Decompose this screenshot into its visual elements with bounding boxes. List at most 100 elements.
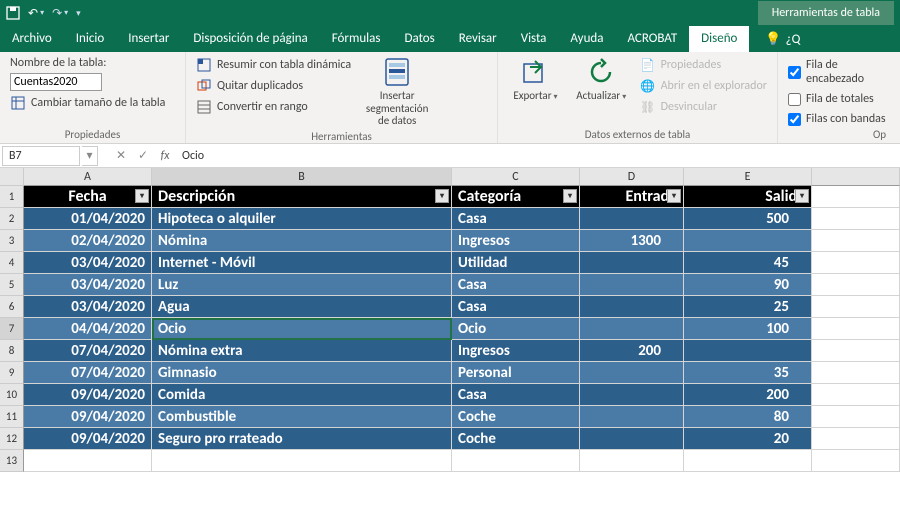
row-header[interactable]: 3 bbox=[0, 230, 24, 252]
cell-fecha[interactable]: 09/04/2020 bbox=[24, 384, 152, 406]
col-C[interactable]: C bbox=[452, 168, 580, 186]
redo-icon[interactable]: ↷▾ bbox=[52, 6, 68, 21]
tab-help[interactable]: Ayuda bbox=[558, 26, 615, 52]
tab-page-layout[interactable]: Disposición de página bbox=[181, 26, 319, 52]
cell-categoria[interactable]: Casa bbox=[452, 208, 580, 230]
undo-icon[interactable]: ↶▾ bbox=[28, 6, 44, 21]
cell-salida[interactable]: 90 bbox=[684, 274, 812, 296]
cell-descripcion[interactable]: Comida bbox=[152, 384, 452, 406]
tab-acrobat[interactable]: ACROBAT bbox=[615, 26, 689, 52]
header-categoria[interactable]: Categoría▾ bbox=[452, 186, 580, 208]
tab-data[interactable]: Datos bbox=[392, 26, 446, 52]
tab-home[interactable]: Inicio bbox=[64, 26, 116, 52]
row-header[interactable]: 12 bbox=[0, 428, 24, 450]
col-E[interactable]: E bbox=[684, 168, 812, 186]
table-name-input[interactable] bbox=[10, 73, 102, 91]
fx-icon[interactable]: fx bbox=[154, 149, 176, 163]
cell-entrada[interactable] bbox=[580, 274, 684, 296]
cell-categoria[interactable]: Coche bbox=[452, 406, 580, 428]
header-fecha[interactable]: Fecha▾ bbox=[24, 186, 152, 208]
cell-fecha[interactable]: 03/04/2020 bbox=[24, 274, 152, 296]
col-D[interactable]: D bbox=[580, 168, 684, 186]
cell-entrada[interactable] bbox=[580, 428, 684, 450]
tab-view[interactable]: Vista bbox=[509, 26, 559, 52]
cell-fecha[interactable]: 01/04/2020 bbox=[24, 208, 152, 230]
cell-entrada[interactable] bbox=[580, 406, 684, 428]
cell-categoria[interactable]: Personal bbox=[452, 362, 580, 384]
summarize-pivot-button[interactable]: Resumir con tabla dinámica bbox=[196, 56, 351, 74]
row-header[interactable]: 11 bbox=[0, 406, 24, 428]
cell-salida[interactable]: 20 bbox=[684, 428, 812, 450]
cell-salida[interactable]: 25 bbox=[684, 296, 812, 318]
save-icon[interactable] bbox=[6, 6, 20, 20]
tell-me[interactable]: 💡 ¿Q bbox=[757, 27, 808, 52]
cell-descripcion[interactable]: Internet - Móvil bbox=[152, 252, 452, 274]
banded-rows-checkbox[interactable]: Filas con bandas bbox=[788, 112, 890, 126]
cell-descripcion[interactable]: Ocio bbox=[152, 318, 452, 340]
cell-descripcion[interactable]: Seguro pro rrateado bbox=[152, 428, 452, 450]
cell-fecha[interactable]: 09/04/2020 bbox=[24, 428, 152, 450]
cell-fecha[interactable]: 07/04/2020 bbox=[24, 340, 152, 362]
header-row-checkbox[interactable]: Fila de encabezado bbox=[788, 58, 890, 86]
select-all-corner[interactable] bbox=[0, 168, 24, 186]
insert-slicer-button[interactable]: Insertar segmentación de datos bbox=[361, 56, 433, 128]
tab-review[interactable]: Revisar bbox=[447, 26, 509, 52]
filter-icon[interactable]: ▾ bbox=[795, 189, 809, 203]
cell-entrada[interactable] bbox=[580, 362, 684, 384]
cell-salida[interactable] bbox=[684, 230, 812, 252]
cell-entrada[interactable] bbox=[580, 208, 684, 230]
formula-input[interactable]: Ocio bbox=[176, 149, 900, 163]
cell-categoria[interactable]: Ingresos bbox=[452, 230, 580, 252]
cell-categoria[interactable]: Ocio bbox=[452, 318, 580, 340]
refresh-button[interactable]: Actualizar▾ bbox=[573, 56, 630, 103]
cell-entrada[interactable] bbox=[580, 384, 684, 406]
tab-file[interactable]: Archivo bbox=[0, 26, 64, 52]
cell-fecha[interactable]: 02/04/2020 bbox=[24, 230, 152, 252]
cell-fecha[interactable]: 03/04/2020 bbox=[24, 296, 152, 318]
export-button[interactable]: Exportar▾ bbox=[508, 56, 563, 103]
row-header[interactable]: 9 bbox=[0, 362, 24, 384]
col-F[interactable] bbox=[812, 168, 900, 186]
accept-formula-icon[interactable]: ✓ bbox=[132, 148, 154, 163]
row-header[interactable]: 5 bbox=[0, 274, 24, 296]
cell-fecha[interactable]: 07/04/2020 bbox=[24, 362, 152, 384]
cell-entrada[interactable] bbox=[580, 252, 684, 274]
cell-salida[interactable]: 80 bbox=[684, 406, 812, 428]
filter-icon[interactable]: ▾ bbox=[435, 189, 449, 203]
cell-fecha[interactable]: 04/04/2020 bbox=[24, 318, 152, 340]
cell-salida[interactable]: 200 bbox=[684, 384, 812, 406]
cell-descripcion[interactable]: Hipoteca o alquiler bbox=[152, 208, 452, 230]
cell-salida[interactable]: 500 bbox=[684, 208, 812, 230]
cell-categoria[interactable]: Utilidad bbox=[452, 252, 580, 274]
cell-entrada[interactable]: 200 bbox=[580, 340, 684, 362]
cell-categoria[interactable]: Casa bbox=[452, 384, 580, 406]
col-B[interactable]: B bbox=[152, 168, 452, 186]
filter-icon[interactable]: ▾ bbox=[667, 189, 681, 203]
name-box[interactable]: B7 bbox=[2, 146, 80, 166]
row-header[interactable]: 4 bbox=[0, 252, 24, 274]
total-row-checkbox[interactable]: Fila de totales bbox=[788, 92, 890, 106]
header-salida[interactable]: Salida▾ bbox=[684, 186, 812, 208]
cell-salida[interactable] bbox=[684, 340, 812, 362]
cell-salida[interactable]: 100 bbox=[684, 318, 812, 340]
cell-categoria[interactable]: Ingresos bbox=[452, 340, 580, 362]
cell-salida[interactable]: 45 bbox=[684, 252, 812, 274]
cell-categoria[interactable]: Casa bbox=[452, 296, 580, 318]
row-header[interactable]: 13 bbox=[0, 450, 24, 472]
cell-descripcion[interactable]: Agua bbox=[152, 296, 452, 318]
cell-entrada[interactable]: 1300 bbox=[580, 230, 684, 252]
row-header[interactable]: 6 bbox=[0, 296, 24, 318]
tab-formulas[interactable]: Fórmulas bbox=[320, 26, 393, 52]
row-header[interactable]: 8 bbox=[0, 340, 24, 362]
row-header[interactable]: 2 bbox=[0, 208, 24, 230]
cell-categoria[interactable]: Coche bbox=[452, 428, 580, 450]
tab-insert[interactable]: Insertar bbox=[116, 26, 181, 52]
tab-design[interactable]: Diseño bbox=[689, 26, 749, 52]
cell-descripcion[interactable]: Luz bbox=[152, 274, 452, 296]
row-header[interactable]: 7 bbox=[0, 318, 24, 340]
cell-salida[interactable]: 35 bbox=[684, 362, 812, 384]
cell-descripcion[interactable]: Gimnasio bbox=[152, 362, 452, 384]
cell-descripcion[interactable]: Combustible bbox=[152, 406, 452, 428]
col-A[interactable]: A bbox=[24, 168, 152, 186]
convert-range-button[interactable]: Convertir en rango bbox=[196, 98, 351, 116]
